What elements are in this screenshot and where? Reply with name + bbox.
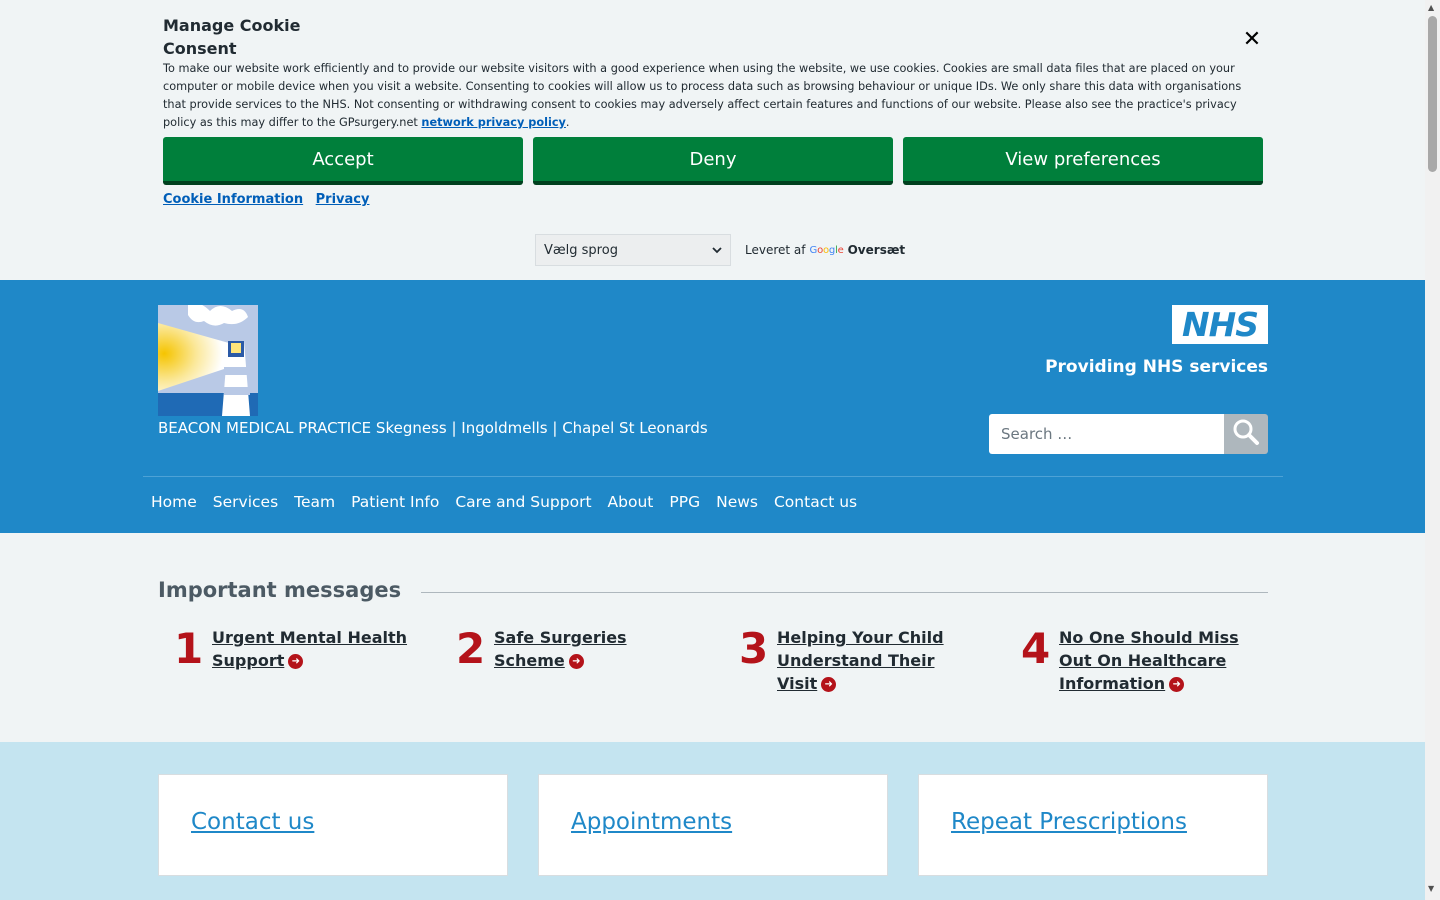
cookie-banner: Manage Cookie Consent ✕ To make our webs… xyxy=(0,0,1425,222)
accept-button[interactable]: Accept xyxy=(163,137,523,185)
search-input[interactable]: Search … xyxy=(989,414,1225,454)
card-contact-us[interactable]: Contact us xyxy=(158,774,508,876)
nav-item-ppg[interactable]: PPG xyxy=(669,493,700,511)
messages-divider xyxy=(421,592,1268,593)
cookie-title: Manage Cookie Consent xyxy=(163,16,301,58)
scroll-thumb[interactable] xyxy=(1428,16,1437,172)
language-select-value: Vælg sprog xyxy=(544,242,618,258)
message-number: 4 xyxy=(1021,624,1051,673)
card-link[interactable]: Appointments xyxy=(571,809,732,835)
main-nav: Home Services Team Patient Info Care and… xyxy=(151,493,857,511)
arrow-right-icon: ➜ xyxy=(568,654,584,669)
nhs-tagline: Providing NHS services xyxy=(1045,357,1268,377)
arrow-right-icon: ➜ xyxy=(288,654,304,669)
scroll-down-icon[interactable]: ▼ xyxy=(1428,884,1434,893)
card-repeat-prescriptions[interactable]: Repeat Prescriptions xyxy=(918,774,1268,876)
message-label: Safe Surgeries Scheme xyxy=(494,628,627,670)
arrow-right-icon: ➜ xyxy=(1169,677,1185,692)
card-appointments[interactable]: Appointments xyxy=(538,774,888,876)
nav-item-news[interactable]: News xyxy=(716,493,758,511)
cookie-links: Cookie Information Privacy xyxy=(163,192,377,207)
powered-by: Leveret af Google Oversæt xyxy=(745,243,905,257)
scroll-up-icon[interactable]: ▲ xyxy=(1428,3,1434,12)
message-label: No One Should Miss Out On Healthcare Inf… xyxy=(1059,628,1239,693)
message-link[interactable]: Safe Surgeries Scheme ➜ xyxy=(494,626,644,672)
message-number: 2 xyxy=(456,624,486,673)
cookie-text-end: . xyxy=(565,116,570,129)
network-privacy-policy-link[interactable]: network privacy policy xyxy=(421,116,565,129)
powered-by-label: Leveret af xyxy=(745,243,806,257)
message-link[interactable]: Helping Your Child Understand Their Visi… xyxy=(777,626,957,695)
search-placeholder: Search … xyxy=(1001,425,1073,443)
message-label: Helping Your Child Understand Their Visi… xyxy=(777,628,944,693)
card-link[interactable]: Contact us xyxy=(191,809,314,835)
message-link[interactable]: No One Should Miss Out On Healthcare Inf… xyxy=(1059,626,1259,695)
google-logo: Google xyxy=(809,244,844,256)
nav-item-patient-info[interactable]: Patient Info xyxy=(351,493,439,511)
page-scrollbar[interactable]: ▲ ▼ xyxy=(1425,0,1440,900)
nav-item-home[interactable]: Home xyxy=(151,493,197,511)
cookie-information-link[interactable]: Cookie Information xyxy=(163,192,303,207)
nhs-logo-text: NHS xyxy=(1181,305,1259,344)
message-link[interactable]: Urgent Mental Health Support ➜ xyxy=(212,626,412,672)
translate-widget: Vælg sprog Leveret af Google Oversæt xyxy=(535,234,905,266)
card-link[interactable]: Repeat Prescriptions xyxy=(951,809,1187,835)
nav-item-contact-us[interactable]: Contact us xyxy=(774,493,857,511)
nav-item-about[interactable]: About xyxy=(608,493,654,511)
privacy-link[interactable]: Privacy xyxy=(316,192,370,207)
arrow-right-icon: ➜ xyxy=(821,677,837,692)
chevron-down-icon xyxy=(712,243,722,258)
cookie-text-main: To make our website work efficiently and… xyxy=(163,62,1242,129)
cookie-text: To make our website work efficiently and… xyxy=(163,60,1263,132)
practice-name[interactable]: BEACON MEDICAL PRACTICE Skegness | Ingol… xyxy=(158,417,708,439)
view-preferences-button[interactable]: View preferences xyxy=(903,137,1263,185)
deny-button[interactable]: Deny xyxy=(533,137,893,185)
message-number: 3 xyxy=(739,624,769,673)
search-button[interactable] xyxy=(1224,414,1268,454)
search-icon xyxy=(1232,418,1260,450)
nhs-logo: NHS xyxy=(1172,305,1268,344)
message-number: 1 xyxy=(174,624,204,673)
nav-item-team[interactable]: Team xyxy=(294,493,335,511)
practice-logo[interactable] xyxy=(158,303,258,416)
nav-divider xyxy=(143,476,1283,477)
important-messages-title: Important messages xyxy=(158,578,402,602)
close-icon[interactable]: ✕ xyxy=(1238,26,1266,54)
translate-link[interactable]: Oversæt xyxy=(848,243,906,257)
message-label: Urgent Mental Health Support xyxy=(212,628,408,670)
language-select[interactable]: Vælg sprog xyxy=(535,234,731,266)
nav-item-services[interactable]: Services xyxy=(213,493,278,511)
nav-item-care-and-support[interactable]: Care and Support xyxy=(455,493,591,511)
